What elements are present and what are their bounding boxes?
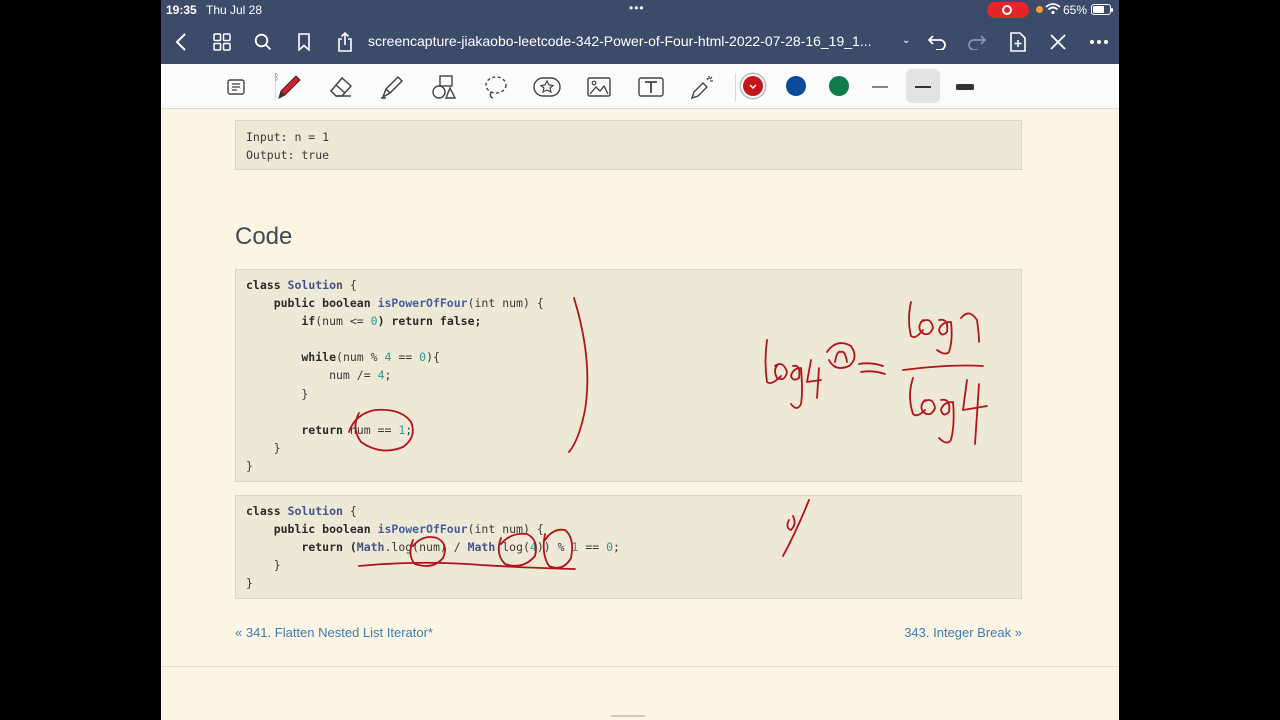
code-block-loop: class Solution { public boolean isPowerO… (235, 269, 1022, 482)
image-tool[interactable] (584, 72, 614, 102)
thumbnails-button[interactable] (209, 28, 235, 56)
status-date: Thu Jul 28 (206, 3, 263, 17)
undo-icon (927, 35, 946, 50)
annotation-toolbar: ᛒ (161, 64, 1119, 109)
code-line: class Solution { (246, 278, 357, 292)
thick-line-icon (956, 84, 974, 90)
read-mode-icon (227, 79, 245, 95)
color-swatch-red[interactable] (743, 76, 763, 96)
code-line: if(num <= 0) return false; (246, 314, 482, 329)
laser-pointer-icon (690, 76, 713, 100)
pen-off-icon (1050, 34, 1066, 50)
thickness-thick[interactable] (950, 72, 980, 102)
code-line: } (246, 386, 309, 401)
thickness-thin[interactable] (865, 72, 895, 102)
code-line: return (Math.log(num) / Math.log(4)) % 1… (246, 540, 620, 555)
code-line: } (246, 458, 253, 473)
shapes-tool[interactable] (429, 72, 459, 102)
image-icon (587, 77, 611, 97)
example-output-line: Output: true (246, 148, 330, 163)
search-icon (254, 33, 272, 51)
battery-icon (1091, 4, 1113, 15)
lasso-icon (485, 76, 507, 99)
eraser-icon (329, 76, 353, 97)
chevron-down-icon (749, 84, 757, 89)
example-input-line: Input: n = 1 (246, 130, 330, 144)
screen-recording-icon[interactable] (987, 2, 1029, 18)
sticker-tool[interactable] (532, 72, 562, 102)
next-problem-link[interactable]: 343. Integer Break » (904, 625, 1022, 640)
code-line: return num == 1; (246, 422, 413, 437)
code-line: public boolean isPowerOfFour(int num) { (246, 522, 544, 537)
multitasking-dots[interactable]: ••• (629, 1, 645, 15)
ipad-screen: 19:35 Thu Jul 28 ••• 65% screencapture-j… (161, 0, 1119, 720)
add-page-button[interactable] (1005, 28, 1031, 56)
redo-icon (968, 35, 987, 50)
text-icon (638, 77, 664, 97)
status-bar: 19:35 Thu Jul 28 ••• 65% (161, 0, 1119, 20)
code-line: class Solution { (246, 504, 357, 518)
code-line: public boolean isPowerOfFour(int num) { (246, 296, 544, 311)
toolbar-divider (735, 73, 736, 101)
section-heading: Code (235, 223, 293, 250)
wifi-icon (1045, 2, 1061, 19)
pen-icon: ᛒ (274, 72, 301, 99)
redo-button[interactable] (964, 28, 990, 56)
browser-nav-bar: screencapture-jiakaobo-leetcode-342-Powe… (161, 20, 1119, 64)
footer-divider (161, 666, 1119, 667)
document-page: Input: n = 1 Output: true Code class Solu… (161, 109, 1119, 720)
thin-line-icon (872, 86, 888, 88)
more-icon (1090, 40, 1108, 44)
code-line: } (246, 440, 281, 455)
code-line: } (246, 576, 253, 591)
sticker-icon (533, 77, 561, 97)
color-swatch-green[interactable] (829, 76, 849, 96)
code-line: num /= 4; (246, 368, 392, 383)
svg-text:ᛒ: ᛒ (274, 72, 279, 82)
mic-indicator-icon (1036, 6, 1043, 13)
read-mode-button[interactable] (222, 72, 252, 102)
eraser-tool[interactable] (326, 72, 356, 102)
back-button[interactable] (169, 28, 193, 56)
pen-tool[interactable]: ᛒ (274, 72, 304, 102)
grid-icon (213, 33, 231, 51)
search-button[interactable] (250, 28, 276, 56)
medium-line-icon (915, 86, 931, 88)
battery-percent: 65% (1063, 3, 1088, 17)
share-button[interactable] (333, 28, 357, 56)
shapes-icon (432, 75, 457, 99)
code-line: } (246, 558, 281, 573)
share-icon (338, 32, 352, 52)
text-tool[interactable] (636, 72, 666, 102)
home-indicator[interactable] (611, 715, 645, 717)
undo-button[interactable] (924, 28, 950, 56)
highlighter-icon (381, 75, 404, 99)
code-line: while(num % 4 == 0){ (246, 350, 440, 365)
lasso-tool[interactable] (481, 72, 511, 102)
prev-problem-link[interactable]: « 341. Flatten Nested List Iterator* (235, 625, 433, 640)
more-button[interactable] (1086, 28, 1112, 56)
laser-pointer-tool[interactable] (688, 72, 718, 102)
thickness-medium[interactable] (908, 72, 938, 102)
color-swatch-blue[interactable] (786, 76, 806, 96)
example-output-block: Input: n = 1 Output: true (235, 120, 1022, 170)
code-block-log: class Solution { public boolean isPowerO… (235, 495, 1022, 599)
chevron-left-icon (175, 33, 186, 51)
highlighter-tool[interactable] (377, 72, 407, 102)
bookmark-icon (298, 33, 310, 51)
add-page-icon (1010, 32, 1026, 52)
document-title[interactable]: screencapture-jiakaobo-leetcode-342-Powe… (368, 33, 872, 49)
status-time: 19:35 (166, 3, 197, 17)
bookmark-button[interactable] (292, 28, 316, 56)
chevron-down-icon[interactable]: ⌄ (902, 35, 910, 46)
close-markup-button[interactable] (1045, 28, 1071, 56)
